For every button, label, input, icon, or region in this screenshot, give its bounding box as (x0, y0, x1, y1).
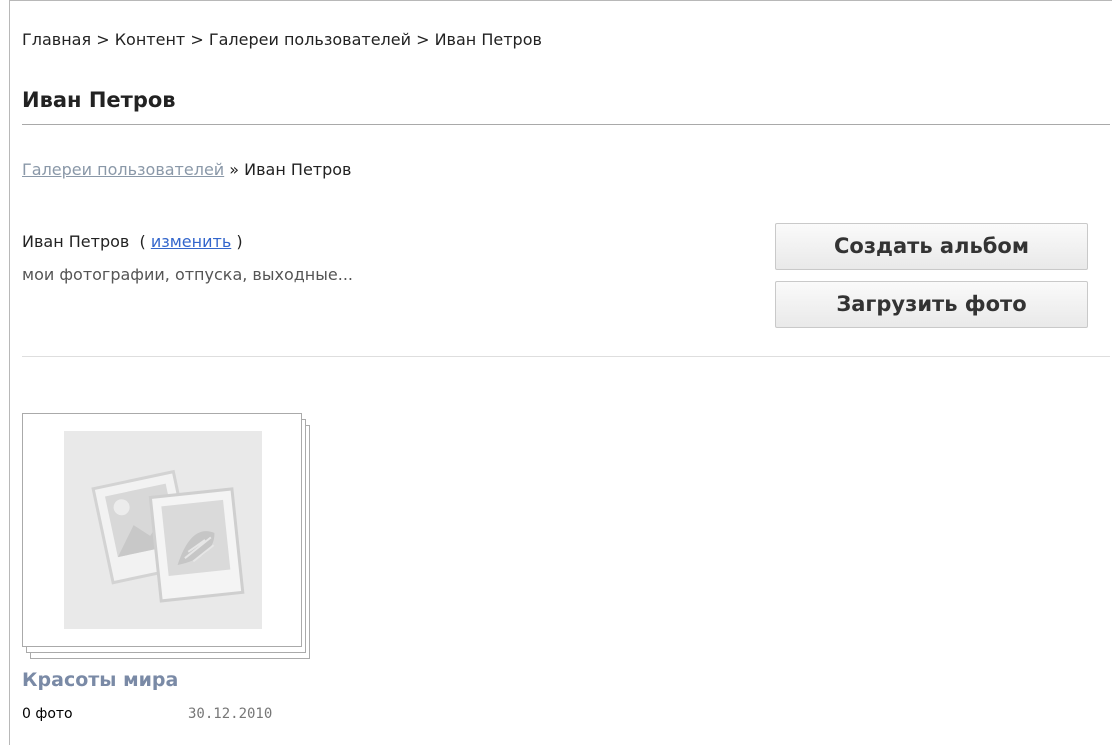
page-title: Иван Петров (22, 88, 176, 112)
gallery-description: мои фотографии, отпуска, выходные... (22, 265, 353, 284)
edit-link[interactable]: изменить (151, 232, 231, 251)
close-paren: ) (231, 232, 243, 251)
section-divider (22, 356, 1110, 357)
title-divider (22, 124, 1110, 125)
album-photo-count: 0 фото (22, 706, 73, 722)
open-paren: ( (129, 232, 151, 251)
album-date: 30.12.2010 (188, 706, 273, 722)
breadcrumb: Главная > Контент > Галереи пользователе… (22, 30, 542, 49)
album-card[interactable]: Красоты мира 0 фото 30.12.2010 (22, 413, 322, 723)
gallery-breadcrumb: Галереи пользователей » Иван Петров (22, 160, 351, 179)
breadcrumb-separator: » (224, 160, 245, 179)
breadcrumb-current: Иван Петров (244, 160, 352, 179)
create-album-button[interactable]: Создать альбом (775, 223, 1088, 270)
owner-line: Иван Петров ( изменить ) (22, 232, 243, 251)
upload-photo-button[interactable]: Загрузить фото (775, 281, 1088, 328)
album-title-link[interactable]: Красоты мира (22, 669, 178, 691)
album-cover[interactable] (22, 413, 302, 647)
photo-placeholder-icon (64, 431, 262, 629)
owner-name: Иван Петров (22, 232, 130, 251)
user-galleries-link[interactable]: Галереи пользователей (22, 160, 224, 179)
